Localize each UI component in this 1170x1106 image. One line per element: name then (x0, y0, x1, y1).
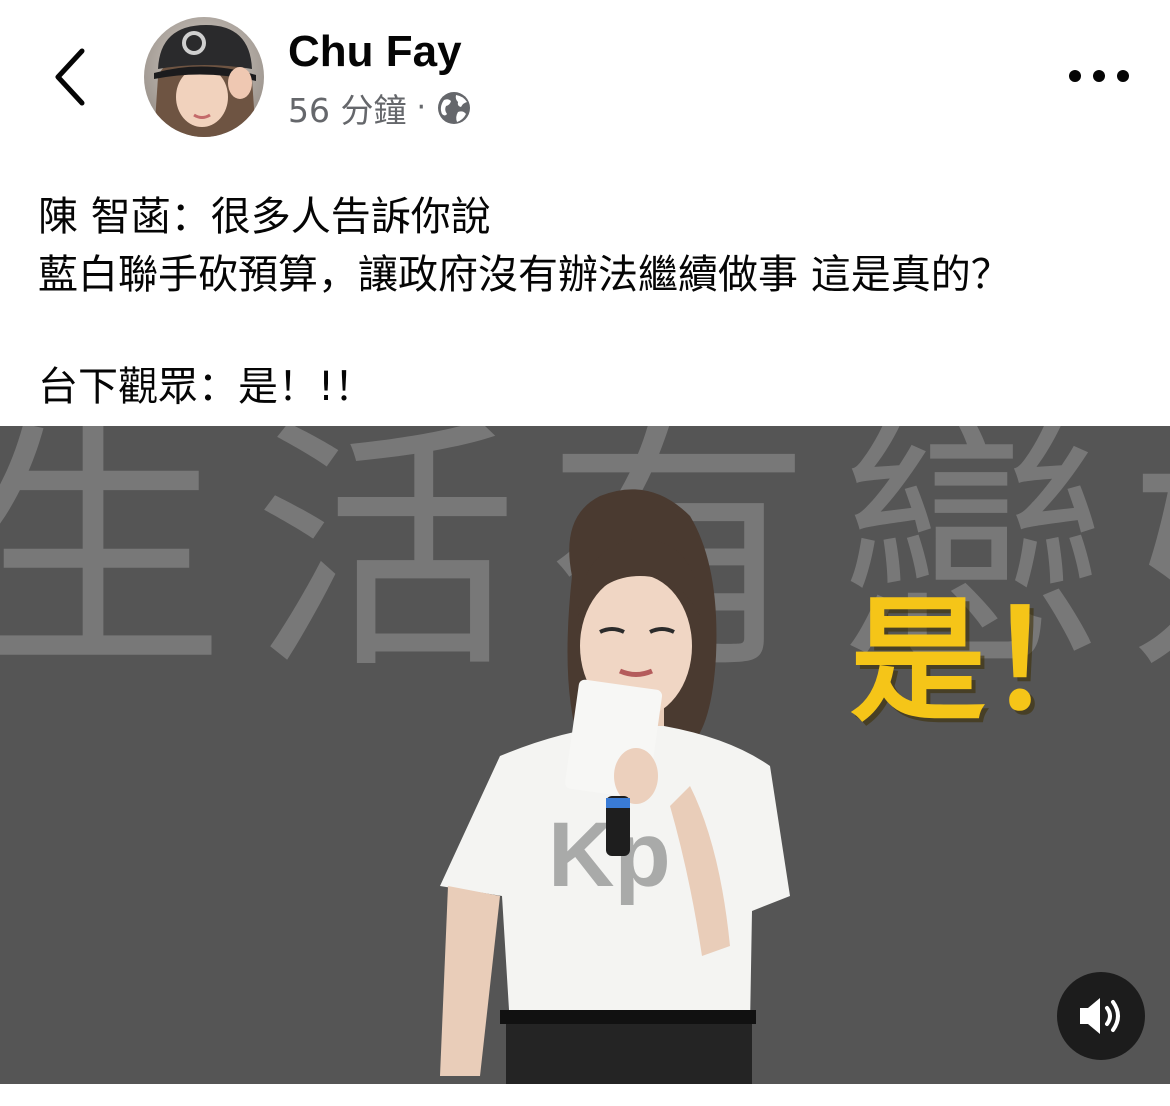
bottom-strip (0, 1084, 1170, 1106)
more-options-button[interactable] (1062, 52, 1136, 100)
post-line: 陳 智菡：很多人告訴你說 (38, 194, 491, 240)
meta-separator: · (416, 90, 427, 125)
speaker-figure: Kp (440, 489, 790, 1084)
post-timestamp[interactable]: 56 分鐘 (288, 84, 406, 132)
post-line: 台下觀眾：是！!！ (38, 364, 375, 410)
globe-icon (438, 92, 471, 124)
back-button[interactable] (38, 40, 102, 114)
post-header: Chu Fay 56 分鐘 · (0, 0, 1170, 150)
post-meta: 56 分鐘 · (288, 84, 472, 132)
speaker-volume-icon (1080, 998, 1120, 1034)
post-message: 陳 智菡：很多人告訴你說 藍白聯手砍預算，讓政府沒有辦法繼續做事 這是真的？ 台… (38, 188, 1138, 416)
author-name[interactable]: Chu Fay (288, 24, 462, 80)
post-line: 藍白聯手砍預算，讓政府沒有辦法繼續做事 這是真的？ (38, 252, 1011, 298)
post-video[interactable]: 生活有戀好 Kp 是！ (0, 426, 1170, 1084)
video-caption: 是！ (850, 581, 1122, 741)
sound-toggle-button[interactable] (1057, 972, 1145, 1060)
avatar[interactable] (144, 17, 264, 137)
chevron-left-icon (55, 48, 85, 106)
more-horizontal-icon (1069, 70, 1129, 82)
